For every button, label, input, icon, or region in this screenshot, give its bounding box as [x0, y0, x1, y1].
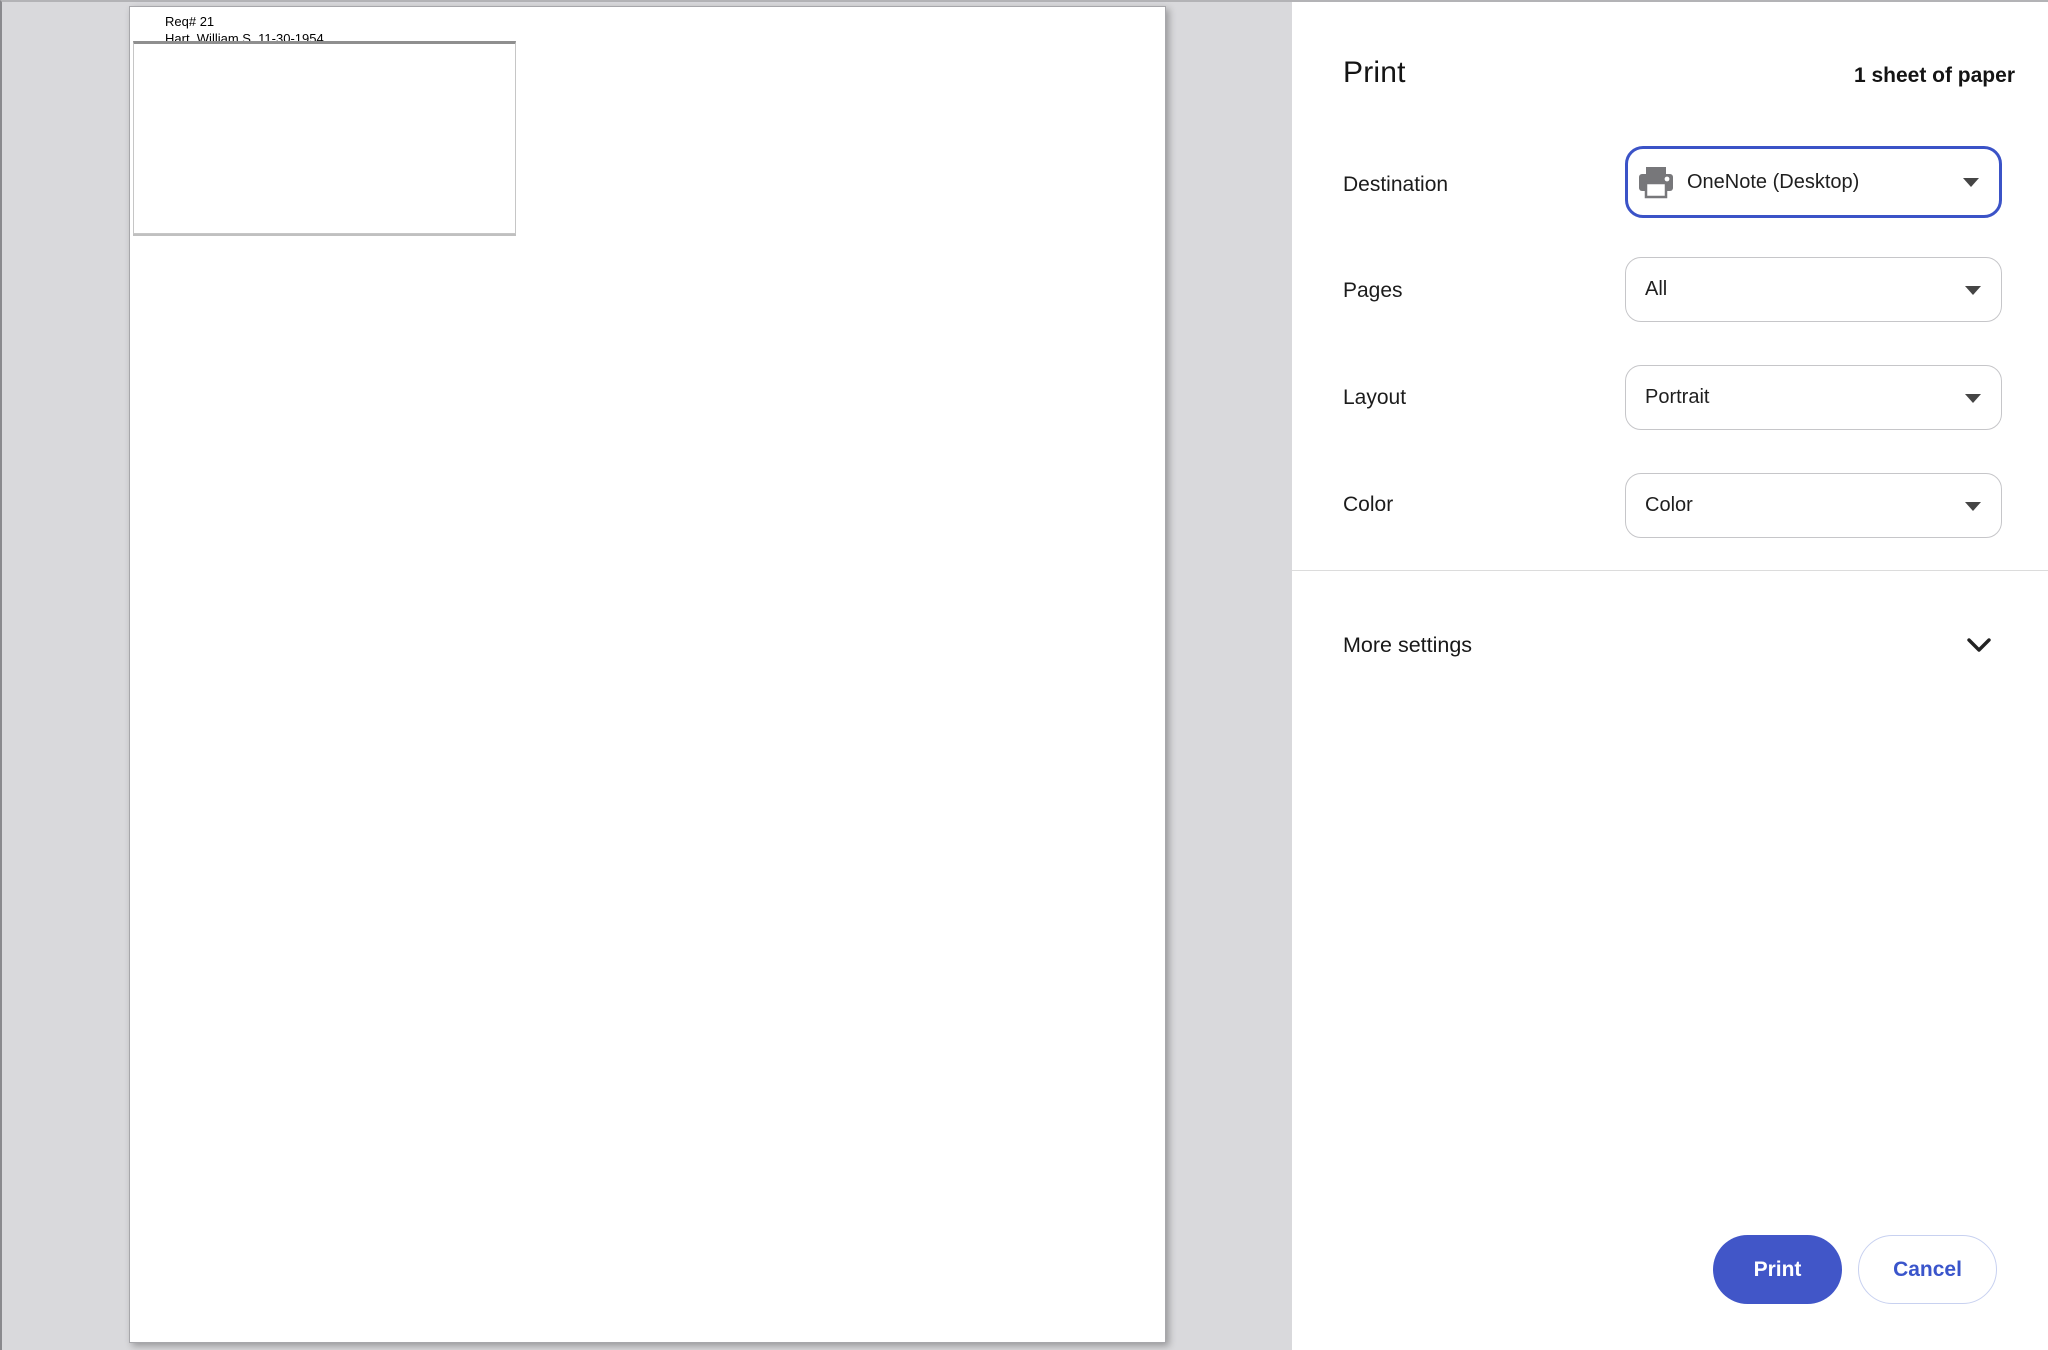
caret-down-icon: [1965, 502, 1981, 511]
more-settings-label: More settings: [1343, 633, 1472, 658]
print-settings-panel: Print 1 sheet of paper Destination OneNo…: [1292, 0, 2048, 1350]
caret-down-icon: [1965, 394, 1981, 403]
destination-value: OneNote (Desktop): [1674, 171, 1859, 194]
color-label: Color: [1343, 492, 1393, 518]
color-select[interactable]: Color: [1625, 473, 2002, 538]
cancel-button[interactable]: Cancel: [1858, 1235, 1997, 1304]
chevron-down-icon: [1967, 638, 1991, 653]
dialog-title: Print: [1343, 56, 1406, 90]
color-value: Color: [1626, 494, 1693, 517]
destination-select[interactable]: OneNote (Desktop): [1625, 146, 2002, 218]
layout-label: Layout: [1343, 385, 1406, 411]
settings-divider: [1292, 570, 2048, 571]
caret-down-icon: [1963, 178, 1979, 187]
document-empty-frame: [133, 41, 516, 234]
pages-label: Pages: [1343, 278, 1403, 304]
more-settings-toggle[interactable]: More settings: [1343, 622, 1991, 668]
preview-page: Req# 21 Hart, William S. 11-30-1954: [129, 6, 1166, 1343]
print-button[interactable]: Print: [1713, 1235, 1842, 1304]
pages-value: All: [1626, 278, 1667, 301]
print-dialog: Req# 21 Hart, William S. 11-30-1954 Prin…: [0, 0, 2048, 1350]
document-line-req: Req# 21: [165, 13, 324, 30]
layout-select[interactable]: Portrait: [1625, 365, 2002, 430]
panel-header: Print 1 sheet of paper: [1343, 56, 2015, 90]
print-preview-area: Req# 21 Hart, William S. 11-30-1954: [0, 0, 1292, 1350]
destination-label: Destination: [1343, 172, 1448, 198]
pages-select[interactable]: All: [1625, 257, 2002, 322]
layout-value: Portrait: [1626, 386, 1709, 409]
caret-down-icon: [1965, 286, 1981, 295]
sheet-count: 1 sheet of paper: [1854, 64, 2015, 88]
printer-icon: [1638, 166, 1674, 199]
